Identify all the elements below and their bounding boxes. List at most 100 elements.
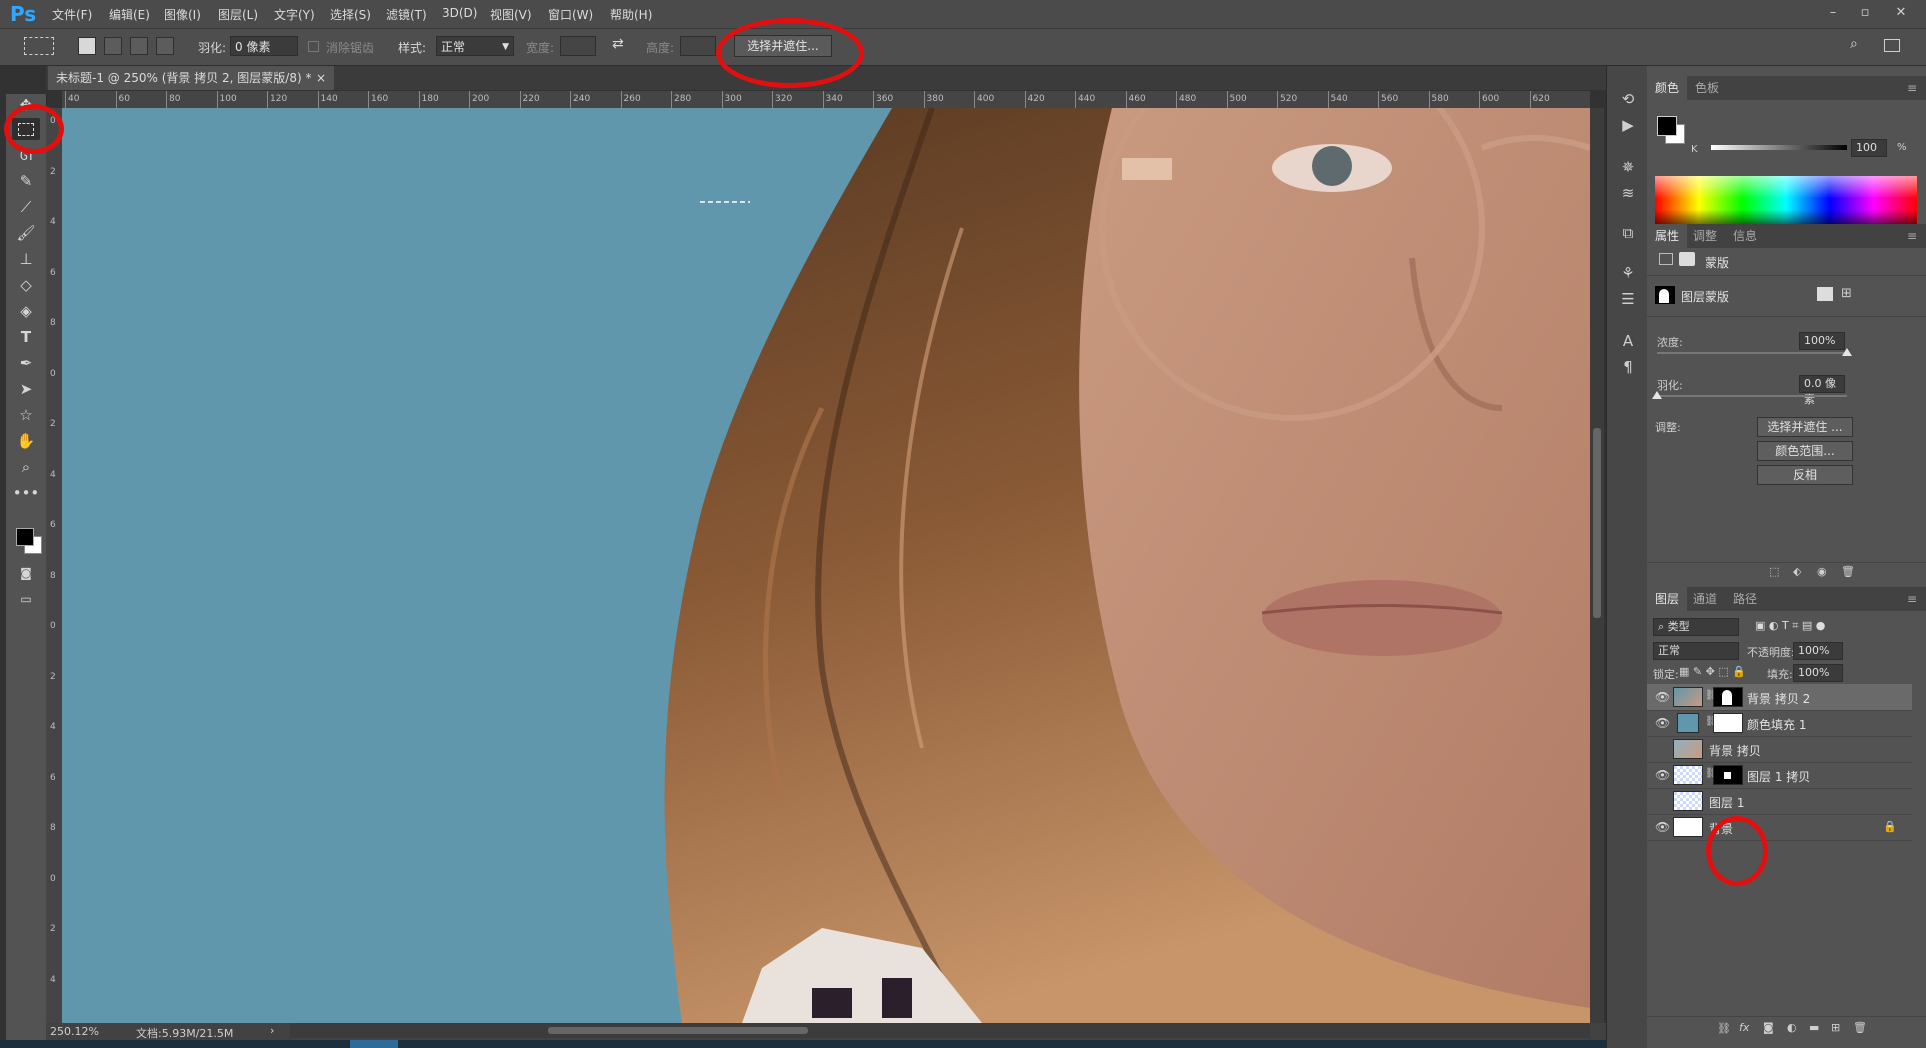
panel-menu-icon[interactable]: ≡ (1899, 76, 1925, 100)
brush-tool-icon[interactable]: 🖌 (12, 222, 40, 244)
height-input[interactable] (680, 36, 716, 56)
layer-filter-select[interactable]: ⌕ 类型 (1653, 618, 1739, 636)
width-input[interactable] (560, 36, 596, 56)
type-tool-icon[interactable]: T (12, 326, 40, 348)
opacity-input[interactable]: 100% (1793, 642, 1843, 660)
stamp-tool-icon[interactable]: ⊥ (12, 248, 40, 270)
layer-row[interactable]: 👁 ⛓ 颜色填充 1 (1647, 710, 1912, 737)
folder-icon[interactable]: ▬ (1809, 1021, 1819, 1034)
color-range-button[interactable]: 颜色范围... (1757, 441, 1853, 461)
tab-color[interactable]: 颜色 (1647, 76, 1688, 100)
vertical-scroll-thumb[interactable] (1593, 428, 1601, 618)
add-selection-icon[interactable] (104, 37, 122, 55)
link-icon[interactable]: ⛓ (1717, 1022, 1731, 1035)
load-selection-icon[interactable]: ⬚ (1769, 565, 1779, 578)
fill-input[interactable]: 100% (1793, 664, 1843, 682)
fx-icon[interactable]: fx (1739, 1021, 1749, 1034)
more-tools-icon[interactable]: ••• (12, 482, 40, 504)
shape-tool-icon[interactable]: ☆ (12, 404, 40, 426)
layer-row[interactable]: 👁 图层 1 (1647, 788, 1912, 815)
feather-input[interactable]: 0.0 像素 (1799, 375, 1845, 406)
visibility-icon[interactable]: ◉ (1817, 565, 1827, 578)
adjustment-icon[interactable]: ◐ (1787, 1021, 1797, 1034)
eye-icon[interactable]: 👁 (1655, 716, 1670, 730)
tab-swatches[interactable]: 色板 (1687, 76, 1727, 100)
mask-icon[interactable]: ◙ (1763, 1021, 1774, 1034)
swap-icon[interactable]: ⇄ (612, 36, 624, 52)
add-mask-icon[interactable]: ⊞ (1841, 286, 1852, 301)
brushes-icon[interactable]: ≋ (1617, 182, 1639, 204)
tab-info[interactable]: 信息 (1725, 224, 1765, 248)
hand-tool-icon[interactable]: ✋ (12, 430, 40, 452)
menu-image[interactable]: 图像(I) (164, 6, 201, 23)
panel-menu-icon[interactable]: ≡ (1899, 224, 1925, 248)
layer-mask-thumbnail[interactable] (1713, 713, 1743, 733)
minimize-button[interactable]: – (1818, 2, 1848, 24)
intersect-selection-icon[interactable] (156, 37, 174, 55)
clone-source-icon[interactable]: ⧉ (1617, 222, 1639, 244)
taskbar-active-item[interactable] (350, 1040, 398, 1048)
antialias-checkbox[interactable] (308, 41, 319, 52)
close-button[interactable]: ✕ (1886, 2, 1916, 24)
tool-preset-icon[interactable] (24, 37, 54, 55)
eye-icon[interactable]: 👁 (1655, 820, 1670, 834)
apply-mask-icon[interactable] (1817, 287, 1833, 301)
eyedropper-tool-icon[interactable]: ⟋ (12, 196, 40, 218)
paint-bucket-tool-icon[interactable]: ◈ (12, 300, 40, 322)
density-slider[interactable] (1657, 352, 1847, 354)
invert-button[interactable]: 反相 (1757, 465, 1853, 485)
zoom-tool-icon[interactable]: ⌕ (12, 456, 40, 478)
quick-selection-tool-icon[interactable]: ✎ (12, 170, 40, 192)
layer-row[interactable]: 👁 ⛓ 图层 1 拷贝 (1647, 762, 1912, 789)
density-slider-knob[interactable] (1842, 348, 1852, 356)
layer-name[interactable]: 图层 1 拷贝 (1747, 768, 1810, 785)
vector-mask-icon[interactable] (1679, 252, 1695, 266)
blend-mode-select[interactable]: 正常 (1653, 642, 1739, 660)
layer-name[interactable]: 背景 拷贝 (1709, 742, 1761, 759)
style-select[interactable]: 正常 ▼ (436, 36, 514, 56)
tab-adjustments[interactable]: 调整 (1685, 224, 1725, 248)
menu-view[interactable]: 视图(V) (490, 6, 532, 23)
lock-icons[interactable]: ▦ ✎ ✥ ⬚ 🔒 (1679, 665, 1746, 678)
status-arrow-icon[interactable]: › (270, 1024, 274, 1037)
quick-mask-icon[interactable]: ◙ (12, 562, 40, 584)
menu-layer[interactable]: 图层(L) (218, 6, 258, 23)
adjustments-sliders-icon[interactable]: ☰ (1617, 288, 1639, 310)
density-input[interactable]: 100% (1799, 332, 1845, 350)
actions-play-icon[interactable]: ▶ (1617, 114, 1639, 136)
color-foreground-swatch[interactable] (1657, 116, 1677, 136)
eye-icon[interactable]: 👁 (1655, 690, 1670, 704)
tool-presets-icon[interactable]: ⚘ (1617, 262, 1639, 284)
zoom-level[interactable]: 250.12% (50, 1025, 99, 1038)
new-selection-icon[interactable] (78, 37, 96, 55)
menu-select[interactable]: 选择(S) (330, 6, 371, 23)
tab-channels[interactable]: 通道 (1685, 587, 1725, 611)
menu-help[interactable]: 帮助(H) (610, 6, 652, 23)
paragraph-icon[interactable]: ¶ (1617, 356, 1639, 378)
menu-window[interactable]: 窗口(W) (548, 6, 593, 23)
pixel-mask-icon[interactable] (1659, 253, 1673, 265)
tab-properties[interactable]: 属性 (1647, 224, 1688, 248)
k-slider[interactable] (1711, 145, 1847, 150)
new-layer-icon[interactable]: ⊞ (1831, 1021, 1840, 1034)
layer-mask-thumbnail[interactable] (1713, 765, 1743, 785)
layer-row[interactable]: 👁 ⛓ 背景 拷贝 2 (1647, 684, 1912, 711)
search-icon[interactable]: ⌕ (1850, 36, 1858, 52)
feather-slider[interactable] (1657, 395, 1847, 397)
menu-filter[interactable]: 滤镜(T) (386, 6, 427, 23)
screen-mode-icon[interactable]: ▭ (12, 588, 40, 610)
trash-icon[interactable]: 🗑 (1853, 1021, 1867, 1034)
layer-row[interactable]: 👁 背景 🔒 (1647, 814, 1912, 841)
history-icon[interactable]: ⟲ (1617, 88, 1639, 110)
subtract-selection-icon[interactable] (130, 37, 148, 55)
k-value-input[interactable]: 100 (1851, 139, 1887, 157)
layer-filter-icons[interactable]: ▣ ◐ T ⌗ ▤ ● (1755, 619, 1825, 633)
layer-row[interactable]: 👁 背景 拷贝 (1647, 736, 1912, 763)
eraser-tool-icon[interactable]: ◇ (12, 274, 40, 296)
character-icon[interactable]: A (1617, 330, 1639, 352)
delete-mask-icon[interactable]: 🗑 (1841, 565, 1855, 578)
menu-file[interactable]: 文件(F) (52, 6, 92, 23)
menu-edit[interactable]: 编辑(E) (109, 6, 150, 23)
panel-menu-icon[interactable]: ≡ (1899, 587, 1925, 611)
close-tab-icon[interactable]: × (316, 66, 326, 90)
